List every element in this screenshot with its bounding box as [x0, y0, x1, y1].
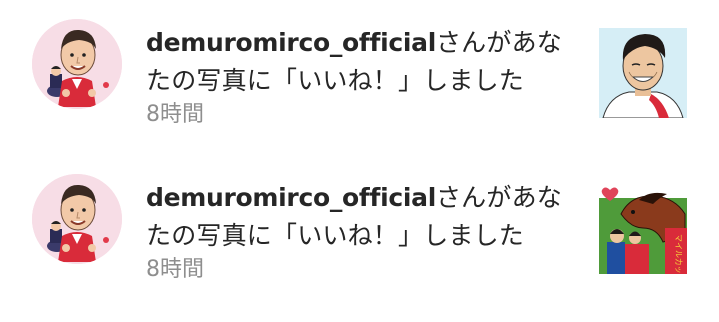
avatar-caricature-icon — [32, 19, 122, 109]
avatar-caricature-icon — [32, 174, 122, 264]
post-thumbnail[interactable] — [599, 28, 687, 118]
horse-and-jockey-thumbnail-icon: マイルカップ — [599, 184, 687, 274]
profile-avatar[interactable] — [32, 19, 122, 109]
notification-message: demuromirco_officialさんがあなたの写真に「いいね！」しました — [146, 179, 586, 255]
notification-text: demuromirco_officialさんがあなたの写真に「いいね！」しました… — [146, 24, 586, 130]
notification-item[interactable]: demuromirco_officialさんがあなたの写真に「いいね！」しました… — [0, 155, 719, 305]
timestamp: 8時間 — [146, 102, 204, 127]
notification-text: demuromirco_officialさんがあなたの写真に「いいね！」しました… — [146, 179, 586, 285]
thumbnail-caption: マイルカップ — [674, 234, 683, 274]
activity-feed: demuromirco_officialさんがあなたの写真に「いいね！」しました… — [0, 0, 719, 322]
post-thumbnail[interactable]: マイルカップ — [599, 184, 687, 274]
jockey-portrait-thumbnail-icon — [599, 28, 687, 118]
username-link[interactable]: demuromirco_official — [146, 28, 436, 57]
username-link[interactable]: demuromirco_official — [146, 183, 436, 212]
notification-message: demuromirco_officialさんがあなたの写真に「いいね！」しました — [146, 24, 586, 100]
profile-avatar[interactable] — [32, 174, 122, 264]
notification-item[interactable]: demuromirco_officialさんがあなたの写真に「いいね！」しました… — [0, 0, 719, 150]
timestamp: 8時間 — [146, 257, 204, 282]
